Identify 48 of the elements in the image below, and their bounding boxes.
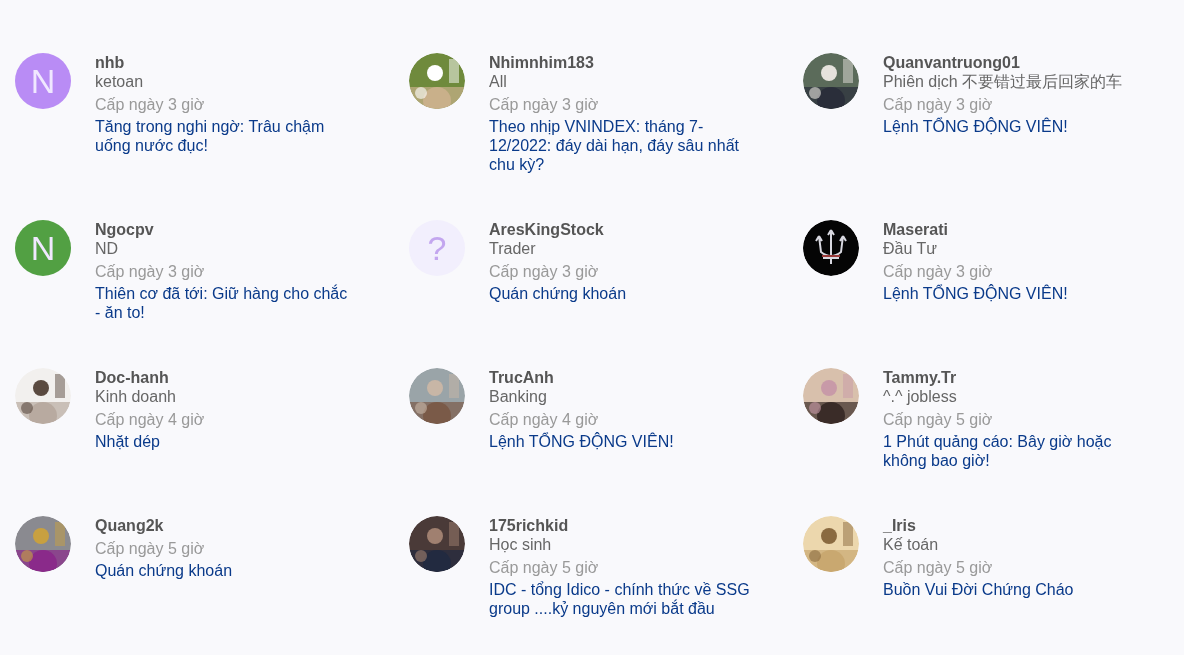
post-link[interactable]: Lệnh TỔNG ĐỘNG VIÊN!: [883, 117, 1145, 136]
member-role: Banking: [489, 387, 548, 406]
member-name[interactable]: Doc-hanh: [95, 368, 357, 387]
member-name[interactable]: Quanvantruong01: [883, 53, 1145, 72]
member-level: Cấp ngày 4 giờ: [489, 410, 600, 429]
member-level: Cấp ngày 4 giờ: [95, 410, 206, 429]
member-role: Kế toán: [883, 535, 940, 554]
member-name[interactable]: 175richkid: [489, 516, 751, 535]
member-name[interactable]: Ngocpv: [95, 220, 357, 239]
post-link[interactable]: Theo nhịp VNINDEX: tháng 7-12/2022: đáy dài hạn, đáy sâu nhất chu kỳ?: [489, 117, 751, 174]
post-link[interactable]: Lệnh TỔNG ĐỘNG VIÊN!: [489, 432, 751, 451]
trident-icon[interactable]: [803, 220, 859, 276]
member-name[interactable]: Tammy.Tr: [883, 368, 1145, 387]
member-name[interactable]: AresKingStock: [489, 220, 751, 239]
member-level: Cấp ngày 3 giờ: [489, 95, 600, 114]
member-level: Cấp ngày 5 giờ: [95, 539, 206, 558]
member-level: Cấp ngày 5 giờ: [489, 558, 600, 577]
post-link[interactable]: IDC - tổng Idico - chính thức về SSG group ....kỷ nguyên mới bắt đầu: [489, 580, 751, 618]
member-level: Cấp ngày 3 giờ: [95, 262, 206, 281]
member-role: ^.^ jobless: [883, 387, 958, 406]
post-link[interactable]: 1 Phút quảng cáo: Bây giờ hoặc không bao giờ!: [883, 432, 1145, 470]
post-link[interactable]: Quán chứng khoán: [95, 561, 357, 580]
post-link[interactable]: Thiên cơ đã tới: Giữ hàng cho chắc - ăn to!: [95, 284, 357, 322]
member-role: Đầu Tư: [883, 239, 938, 258]
member-role: ketoan: [95, 72, 145, 91]
post-link[interactable]: Lệnh TỔNG ĐỘNG VIÊN!: [883, 284, 1145, 303]
member-level: Cấp ngày 3 giờ: [489, 262, 600, 281]
member-level: Cấp ngày 5 giờ: [883, 558, 994, 577]
member-role: All: [489, 72, 508, 91]
member-name[interactable]: nhb: [95, 53, 357, 72]
member-name[interactable]: Quang2k: [95, 516, 357, 535]
member-role: Kinh doanh: [95, 387, 177, 406]
member-name[interactable]: _Iris: [883, 516, 1145, 535]
post-link[interactable]: Quán chứng khoán: [489, 284, 751, 303]
member-name[interactable]: Nhimnhim183: [489, 53, 751, 72]
member-level: Cấp ngày 3 giờ: [883, 262, 994, 281]
post-link[interactable]: Nhặt dép: [95, 432, 357, 451]
post-link[interactable]: Buồn Vui Đời Chứng Cháo: [883, 580, 1145, 599]
member-role: Trader: [489, 239, 537, 258]
member-level: Cấp ngày 5 giờ: [883, 410, 994, 429]
member-name[interactable]: TrucAnh: [489, 368, 751, 387]
member-role: ND: [95, 239, 120, 258]
post-link[interactable]: Tăng trong nghi ngờ: Trâu chậm uống nước đục!: [95, 117, 357, 155]
member-level: Cấp ngày 3 giờ: [883, 95, 994, 114]
member-name[interactable]: Maserati: [883, 220, 1145, 239]
member-role: Phiên dịch 不要错过最后回家的车: [883, 72, 1124, 91]
member-level: Cấp ngày 3 giờ: [95, 95, 206, 114]
member-role: Học sinh: [489, 535, 553, 554]
